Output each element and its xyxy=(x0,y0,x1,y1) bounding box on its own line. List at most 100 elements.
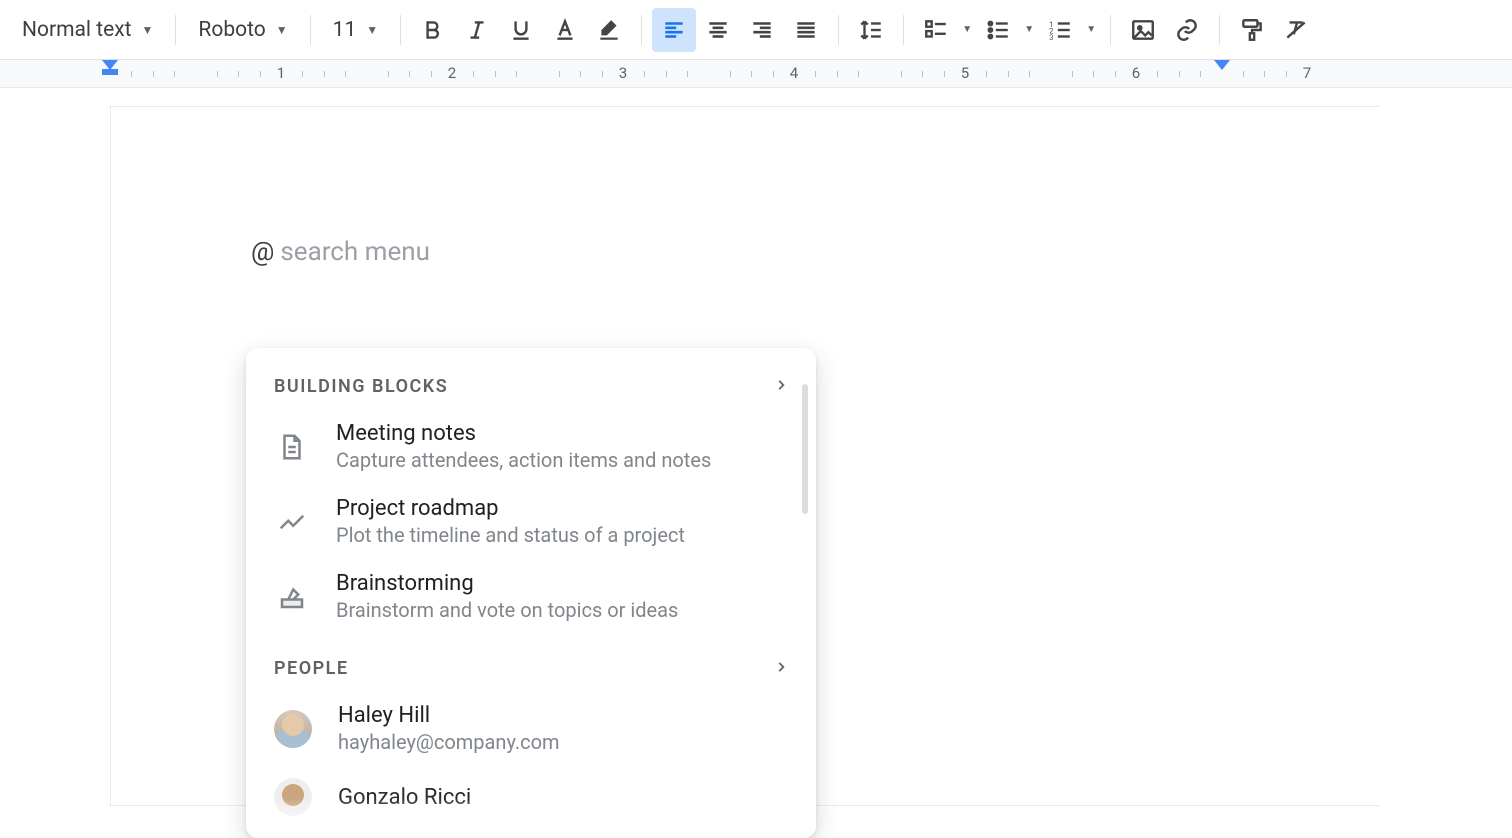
section-header-label: BUILDING BLOCKS xyxy=(274,376,448,397)
numbered-list-button[interactable]: 123 xyxy=(1038,8,1082,52)
block-item-meeting-notes[interactable]: Meeting notes Capture attendees, action … xyxy=(246,409,816,484)
text-color-icon xyxy=(552,17,578,43)
caret-down-icon: ▼ xyxy=(366,23,378,37)
separator xyxy=(400,15,401,45)
clear-formatting-button[interactable] xyxy=(1274,8,1318,52)
block-item-title: Meeting notes xyxy=(336,421,788,446)
block-item-text: Brainstorming Brainstorm and vote on top… xyxy=(336,571,788,622)
document-icon xyxy=(274,429,310,465)
separator xyxy=(1110,15,1111,45)
block-item-sub: Capture attendees, action items and note… xyxy=(336,448,788,472)
link-icon xyxy=(1174,17,1200,43)
ruler-number: 6 xyxy=(1132,64,1140,82)
at-symbol: @ xyxy=(251,237,274,267)
paragraph-style-label: Normal text xyxy=(22,18,132,42)
align-right-icon xyxy=(749,17,775,43)
ruler[interactable]: 1234567 xyxy=(0,60,1512,88)
people-item-text: Haley Hill hayhaley@company.com xyxy=(338,703,788,754)
italic-button[interactable] xyxy=(455,8,499,52)
ruler-number: 3 xyxy=(619,64,627,82)
block-item-text: Meeting notes Capture attendees, action … xyxy=(336,421,788,472)
separator xyxy=(641,15,642,45)
block-item-sub: Plot the timeline and status of a projec… xyxy=(336,523,788,547)
bulleted-caret[interactable]: ▼ xyxy=(1020,24,1038,35)
avatar xyxy=(274,778,312,816)
at-mention-input[interactable]: @ search menu xyxy=(251,237,1240,267)
checklist-icon xyxy=(923,17,949,43)
align-center-icon xyxy=(705,17,731,43)
underline-icon xyxy=(508,17,534,43)
separator xyxy=(175,15,176,45)
avatar xyxy=(274,710,312,748)
people-item-text: Gonzalo Ricci xyxy=(338,785,788,810)
insert-link-button[interactable] xyxy=(1165,8,1209,52)
people-item-name: Gonzalo Ricci xyxy=(338,785,788,810)
section-header-building-blocks[interactable]: BUILDING BLOCKS xyxy=(246,368,816,409)
paint-roller-icon xyxy=(1239,17,1265,43)
ruler-number: 2 xyxy=(448,64,456,82)
block-item-sub: Brainstorm and vote on topics or ideas xyxy=(336,598,788,622)
vote-icon xyxy=(274,579,310,615)
section-header-label: PEOPLE xyxy=(274,658,349,679)
separator xyxy=(1219,15,1220,45)
numbered-list-icon: 123 xyxy=(1047,17,1073,43)
highlight-icon xyxy=(596,17,622,43)
block-item-title: Project roadmap xyxy=(336,496,788,521)
align-left-icon xyxy=(661,17,687,43)
at-placeholder: search menu xyxy=(280,237,430,267)
align-left-button[interactable] xyxy=(652,8,696,52)
format-paint-button[interactable] xyxy=(1230,8,1274,52)
align-right-button[interactable] xyxy=(740,8,784,52)
highlight-color-button[interactable] xyxy=(587,8,631,52)
bulleted-list-button[interactable] xyxy=(976,8,1020,52)
ruler-number: 4 xyxy=(790,64,798,82)
bold-button[interactable] xyxy=(411,8,455,52)
bulleted-list-icon xyxy=(985,17,1011,43)
paragraph-style-select[interactable]: Normal text ▼ xyxy=(10,12,165,48)
line-spacing-button[interactable] xyxy=(849,8,893,52)
italic-icon xyxy=(464,17,490,43)
svg-text:3: 3 xyxy=(1049,32,1053,41)
first-line-indent-marker[interactable] xyxy=(102,60,118,70)
font-size-select[interactable]: 11 ▼ xyxy=(321,12,391,48)
at-mention-popup: BUILDING BLOCKS Meeting notes Capture at… xyxy=(246,348,816,838)
font-size-label: 11 xyxy=(333,18,357,42)
separator xyxy=(838,15,839,45)
people-item-gonzalo-ricci[interactable]: Gonzalo Ricci xyxy=(246,766,816,828)
font-family-select[interactable]: Roboto ▼ xyxy=(186,12,299,48)
caret-down-icon: ▼ xyxy=(276,23,288,37)
toolbar: Normal text ▼ Roboto ▼ 11 ▼ xyxy=(0,0,1512,60)
ruler-number: 7 xyxy=(1303,64,1311,82)
separator xyxy=(903,15,904,45)
popup-scrollbar[interactable] xyxy=(802,384,808,514)
text-color-button[interactable] xyxy=(543,8,587,52)
clear-format-icon xyxy=(1283,17,1309,43)
section-header-people[interactable]: PEOPLE xyxy=(246,634,816,691)
people-item-email: hayhaley@company.com xyxy=(338,730,788,754)
ruler-number: 1 xyxy=(277,64,285,82)
font-family-label: Roboto xyxy=(198,18,265,42)
people-item-haley-hill[interactable]: Haley Hill hayhaley@company.com xyxy=(246,691,816,766)
checklist-button[interactable] xyxy=(914,8,958,52)
bold-icon xyxy=(420,17,446,43)
image-icon xyxy=(1130,17,1156,43)
right-indent-marker[interactable] xyxy=(1214,60,1230,70)
numbered-caret[interactable]: ▼ xyxy=(1082,24,1100,35)
block-item-title: Brainstorming xyxy=(336,571,788,596)
chevron-right-icon xyxy=(774,658,788,679)
align-justify-icon xyxy=(793,17,819,43)
chevron-right-icon xyxy=(774,376,788,397)
align-justify-button[interactable] xyxy=(784,8,828,52)
caret-down-icon: ▼ xyxy=(142,23,154,37)
document-area: @ search menu BUILDING BLOCKS Meeting no… xyxy=(0,88,1512,791)
block-item-text: Project roadmap Plot the timeline and st… xyxy=(336,496,788,547)
separator xyxy=(310,15,311,45)
insert-image-button[interactable] xyxy=(1121,8,1165,52)
checklist-caret[interactable]: ▼ xyxy=(958,24,976,35)
align-center-button[interactable] xyxy=(696,8,740,52)
underline-button[interactable] xyxy=(499,8,543,52)
line-spacing-icon xyxy=(858,17,884,43)
block-item-project-roadmap[interactable]: Project roadmap Plot the timeline and st… xyxy=(246,484,816,559)
chart-line-icon xyxy=(274,504,310,540)
block-item-brainstorming[interactable]: Brainstorming Brainstorm and vote on top… xyxy=(246,559,816,634)
